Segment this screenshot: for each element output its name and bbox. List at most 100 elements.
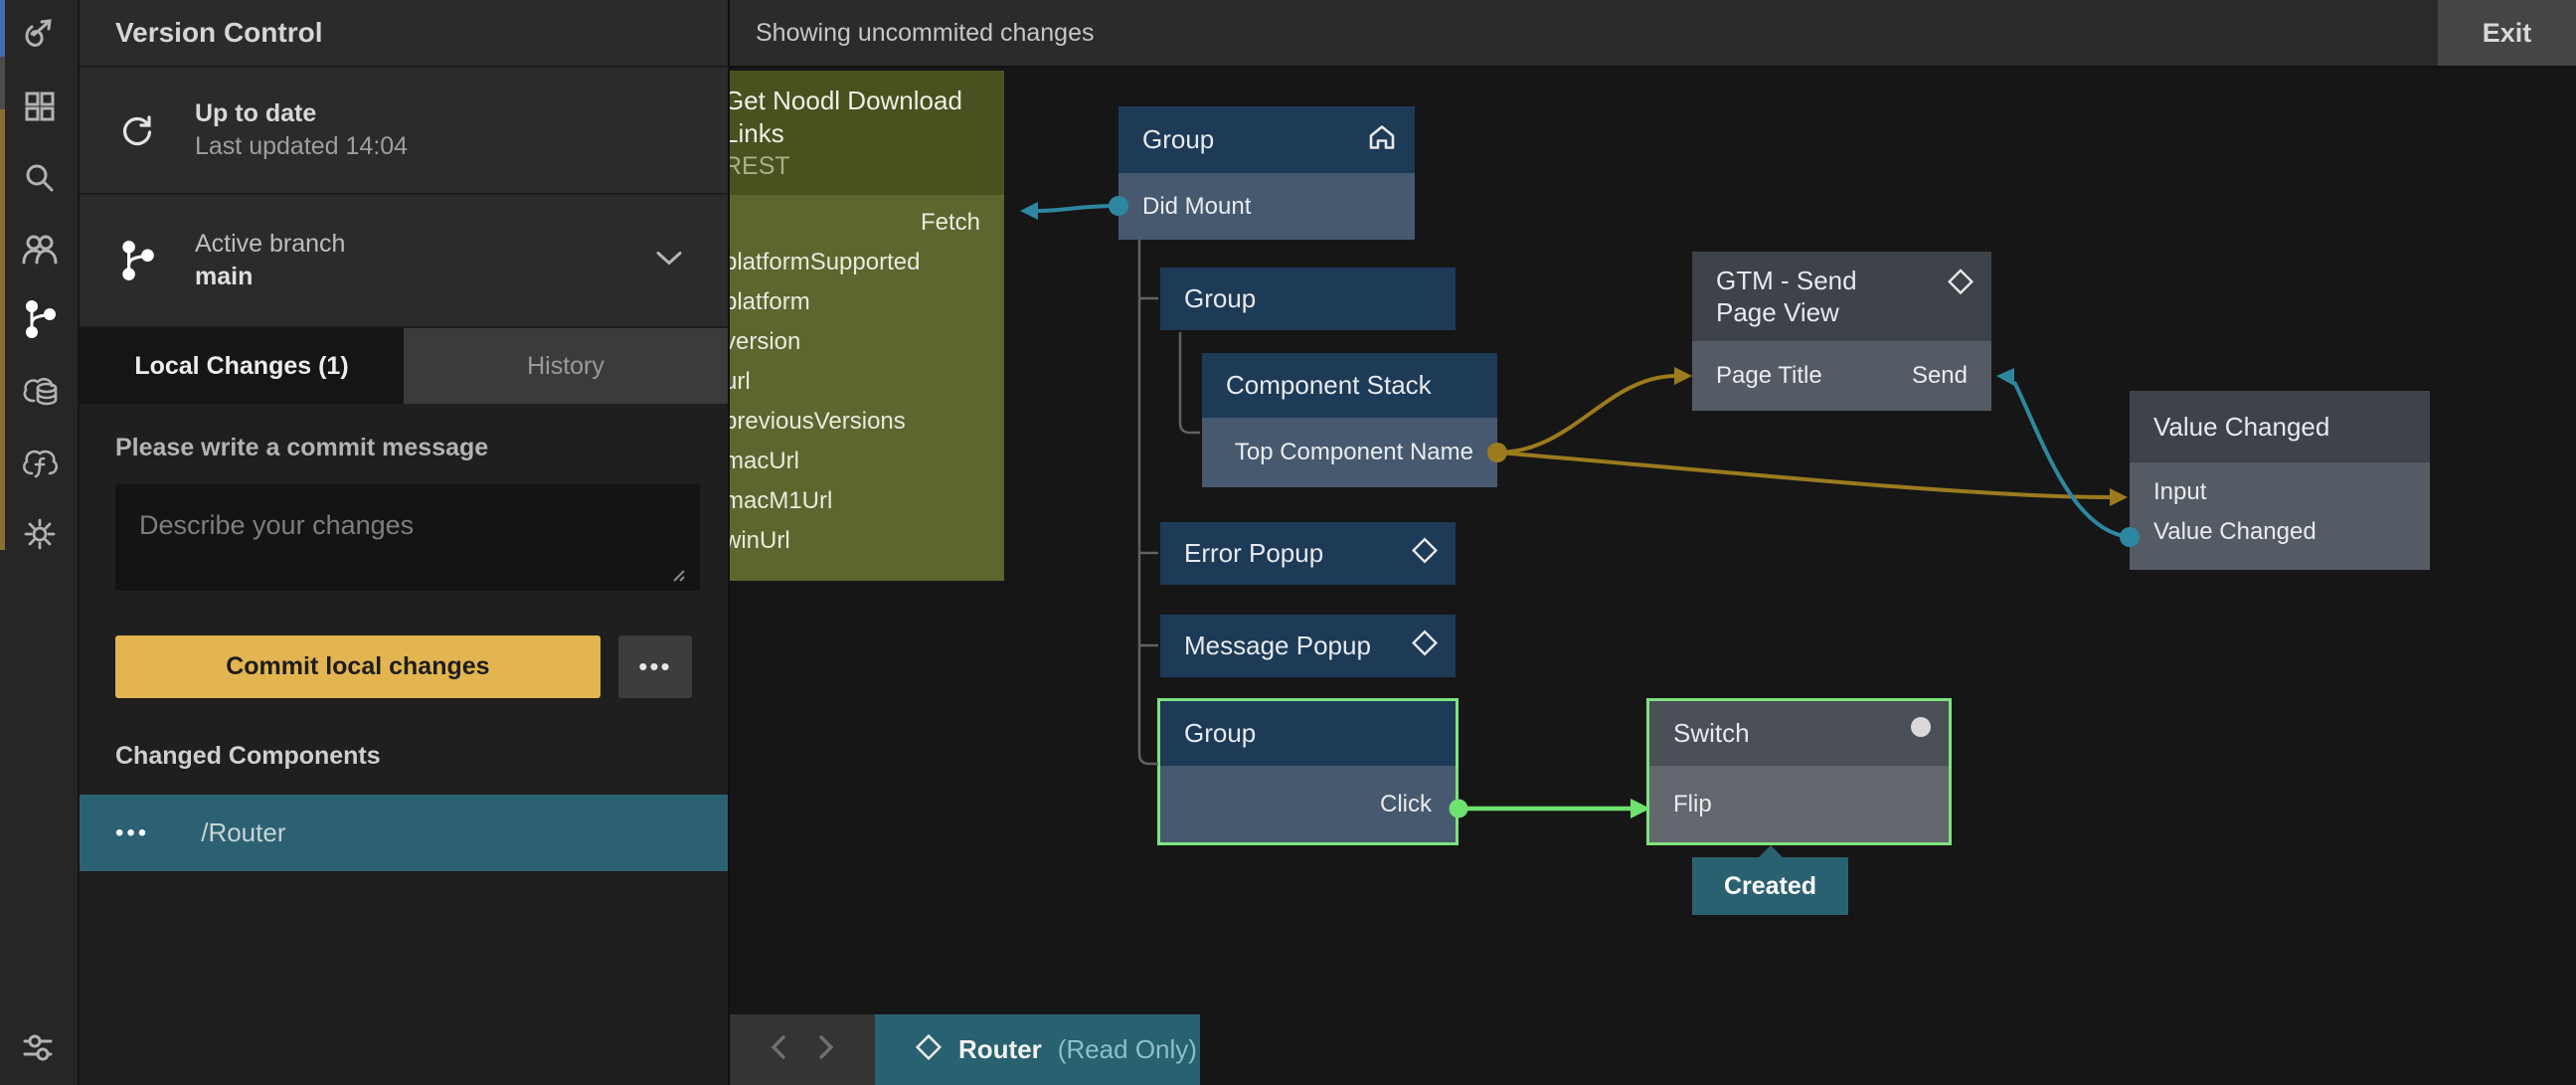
node-title: Group <box>1184 718 1256 749</box>
port-previousversions[interactable]: previousVersions <box>730 402 1004 442</box>
branch-label: Active branch <box>195 228 345 261</box>
node-title: Switch <box>1673 718 1750 749</box>
node-title: GTM - Send Page View <box>1716 265 1922 329</box>
active-branch-row[interactable]: Active branch main <box>80 195 728 328</box>
node-error-popup[interactable]: Error Popup <box>1160 522 1456 585</box>
connections-layer <box>730 68 2576 1085</box>
wire-valuechanged-send <box>1996 368 2140 547</box>
node-title: Group <box>1184 283 1256 314</box>
port-macm1url[interactable]: macM1Url <box>730 481 1004 521</box>
commit-message-prompt: Please write a commit message <box>115 434 728 462</box>
node-graph-canvas[interactable]: Get Noodl Download Links REST Fetch plat… <box>730 68 2576 1085</box>
panel-tabs: Local Changes (1) History <box>80 328 728 404</box>
version-control-panel: Version Control Up to date Last updated … <box>80 0 730 1085</box>
node-title: Error Popup <box>1184 538 1323 569</box>
wire-topcomponent-pagetitle <box>1497 367 1692 452</box>
port-platformsupported[interactable]: platformSupported <box>730 243 1004 282</box>
uncommitted-changes-status: Showing uncommited changes <box>756 19 1094 48</box>
version-control-icon[interactable] <box>0 291 80 347</box>
node-subtitle: REST <box>730 152 980 181</box>
collaborators-icon[interactable] <box>0 222 80 277</box>
wire-topcomponent-input <box>1487 443 2128 506</box>
changed-component-name: /Router <box>201 817 285 848</box>
component-tab-title: Router <box>958 1034 1042 1065</box>
tab-local-changes[interactable]: Local Changes (1) <box>80 328 404 404</box>
nav-back-icon[interactable] <box>768 1032 789 1067</box>
node-group-2[interactable]: Group <box>1160 268 1456 330</box>
diamond-icon <box>1948 269 1974 302</box>
component-navigation-bar: Router (Read Only) <box>730 1014 1200 1085</box>
port-top-component-name[interactable]: Top Component Name <box>1202 418 1497 487</box>
cloud-services-icon[interactable] <box>0 364 80 420</box>
nav-forward-icon[interactable] <box>815 1032 837 1067</box>
port-flip[interactable]: Flip <box>1649 766 1949 842</box>
changed-components-heading: Changed Components <box>115 742 728 771</box>
port-click[interactable]: Click <box>1160 766 1456 842</box>
sync-status-text: Up to date <box>195 97 408 130</box>
node-title: Message Popup <box>1184 631 1371 661</box>
node-title: Get Noodl Download Links <box>730 85 980 149</box>
chevron-down-icon[interactable] <box>654 250 684 272</box>
node-title: Component Stack <box>1226 370 1432 401</box>
component-tab-router[interactable]: Router (Read Only) <box>875 1014 1200 1085</box>
badge-pointer <box>1758 845 1784 858</box>
node-status-dot <box>1911 717 1931 737</box>
noodl-logo-icon[interactable] <box>0 5 80 61</box>
settings-gear-icon[interactable] <box>0 506 80 562</box>
editor-preferences-icon[interactable] <box>0 1019 80 1075</box>
port-value-changed[interactable]: Value Changed <box>2130 512 2430 552</box>
resize-grip-icon[interactable] <box>670 567 686 588</box>
port-platform[interactable]: platform <box>730 282 1004 322</box>
commit-local-changes-button[interactable]: Commit local changes <box>115 635 601 698</box>
node-title: Value Changed <box>2153 412 2329 443</box>
history-nav <box>730 1014 875 1085</box>
port-url[interactable]: url <box>730 362 1004 402</box>
node-gtm-send-page-view[interactable]: GTM - Send Page View Page Title Send <box>1692 252 1991 411</box>
changed-component-item-router[interactable]: ••• /Router <box>80 795 728 871</box>
branch-icon <box>80 240 195 281</box>
node-value-changed[interactable]: Value Changed Input Value Changed <box>2130 391 2430 570</box>
activity-sidebar <box>0 0 80 1085</box>
component-diamond-icon <box>915 1033 943 1066</box>
tab-history[interactable]: History <box>404 328 728 404</box>
refresh-icon[interactable] <box>80 110 195 150</box>
cloud-functions-icon[interactable] <box>0 436 80 491</box>
wire-click-flip <box>1450 799 1651 818</box>
item-menu-icon[interactable]: ••• <box>115 819 149 847</box>
commit-more-options-button[interactable]: ••• <box>618 635 692 698</box>
port-macurl[interactable]: macUrl <box>730 442 1004 481</box>
exit-button[interactable]: Exit <box>2438 0 2576 66</box>
node-group-home[interactable]: Group Did Mount <box>1118 106 1415 240</box>
sync-status-row: Up to date Last updated 14:04 <box>80 68 728 195</box>
node-component-stack[interactable]: Component Stack Top Component Name <box>1202 353 1497 487</box>
canvas-topbar: Showing uncommited changes Exit <box>730 0 2576 68</box>
node-switch[interactable]: Switch Flip <box>1649 701 1949 842</box>
node-group-click[interactable]: Group Click <box>1160 701 1456 842</box>
panel-title: Version Control <box>115 17 322 49</box>
badge-label: Created <box>1724 872 1816 901</box>
read-only-badge: (Read Only) <box>1058 1034 1197 1065</box>
node-rest-get-noodl-download-links[interactable]: Get Noodl Download Links REST Fetch plat… <box>730 71 1004 581</box>
port-did-mount[interactable]: Did Mount <box>1118 173 1415 240</box>
port-input[interactable]: Input <box>2130 472 2430 512</box>
port-page-title[interactable]: Page Title <box>1716 362 1822 390</box>
sync-last-updated: Last updated 14:04 <box>195 130 408 163</box>
created-annotation-badge: Created <box>1692 857 1848 915</box>
commit-message-input[interactable] <box>115 484 700 591</box>
port-fetch[interactable]: Fetch <box>730 203 1004 243</box>
diamond-icon <box>1412 630 1438 662</box>
port-send[interactable]: Send <box>1912 362 1968 390</box>
noodl-editor-window: Version Control Up to date Last updated … <box>0 0 2576 1085</box>
local-changes-content: Please write a commit message Commit loc… <box>80 404 728 1085</box>
branch-name: main <box>195 261 345 293</box>
node-title: Group <box>1142 124 1214 155</box>
components-grid-icon[interactable] <box>0 79 80 134</box>
diamond-icon <box>1412 537 1438 570</box>
port-winurl[interactable]: winUrl <box>730 521 1004 561</box>
panel-header: Version Control <box>80 0 728 68</box>
wire-didmount-fetch <box>1020 196 1128 220</box>
port-version[interactable]: version <box>730 322 1004 362</box>
node-message-popup[interactable]: Message Popup <box>1160 615 1456 677</box>
home-icon <box>1367 122 1397 157</box>
search-icon[interactable] <box>0 150 80 206</box>
